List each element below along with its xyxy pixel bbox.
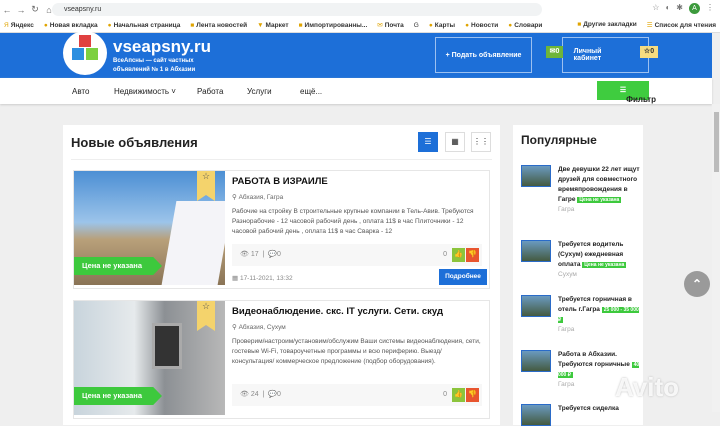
- nav-item-services[interactable]: Услуги: [247, 87, 272, 96]
- listing-title[interactable]: Видеонаблюдение. скс. IT услуги. Сети. с…: [232, 306, 443, 317]
- location-pin-icon: ⚲: [232, 324, 239, 331]
- site-name[interactable]: vseapsny.ru: [113, 37, 211, 57]
- extension-icon[interactable]: ◐: [665, 3, 670, 14]
- price-tag: Цена не указана: [74, 387, 162, 405]
- bookmark[interactable]: G: [414, 22, 419, 29]
- cabinet-label: Личный кабинет: [573, 48, 602, 62]
- like-icon[interactable]: 👍: [452, 248, 465, 262]
- bookmark[interactable]: ● Начальная страница: [108, 22, 181, 29]
- city: Сухум: [558, 271, 577, 278]
- site-logo[interactable]: [63, 31, 107, 75]
- bookmark[interactable]: ■ Другие закладки: [577, 21, 636, 29]
- listing-location: ⚲ Абхазия, Гагра: [232, 194, 284, 201]
- listing-location: ⚲ Абхазия, Сухум: [232, 324, 286, 331]
- cabinet-button[interactable]: 👤 Личный кабинет: [562, 37, 649, 73]
- filter-button[interactable]: ☰ Фильтр: [597, 81, 656, 104]
- thumbnail: [521, 240, 551, 262]
- extensions-icon[interactable]: ✱: [676, 3, 683, 14]
- listing-stats: 👁 24 | 💬0 0 👍 👎: [232, 384, 482, 406]
- listing-card: ☆ Цена не указана РАБОТА В ИЗРАИЛЕ ⚲ Абх…: [73, 170, 490, 289]
- favorites-badge[interactable]: ☆0: [640, 46, 658, 58]
- thumbnail: [521, 295, 551, 317]
- like-icon[interactable]: 👍: [452, 388, 465, 402]
- listing-card: ☆ Цена не указана Видеонаблюдение. скс. …: [73, 300, 490, 419]
- rating-value: 0: [443, 391, 447, 398]
- back-icon[interactable]: ←: [0, 5, 14, 15]
- logo-cube-icon: [86, 48, 98, 60]
- scroll-to-top-button[interactable]: ⌃: [684, 271, 710, 297]
- small-grid-view-icon[interactable]: ⋮⋮: [471, 132, 491, 152]
- comments-icon: 💬: [268, 251, 277, 258]
- bookmark[interactable]: Я Яндекс: [4, 22, 34, 29]
- price-tag: Цена не указана: [74, 257, 162, 275]
- price-badge: Цена не указана: [582, 262, 627, 268]
- logo-cube-icon: [79, 35, 91, 47]
- menu-icon[interactable]: ⋮: [706, 3, 714, 14]
- keypad-image: [152, 323, 182, 369]
- bookmark[interactable]: ● Новости: [465, 22, 498, 29]
- site-tagline: ВсеАпсны — сайт частных объявлений № 1 в…: [113, 58, 196, 73]
- flag-image: [161, 201, 225, 285]
- new-listings-panel: Новые объявления ☰ ▦ ⋮⋮ ☆ Цена не указан…: [63, 125, 500, 425]
- location-pin-icon: ⚲: [232, 194, 239, 201]
- grid-view-icon[interactable]: ▦: [445, 132, 465, 152]
- sidebar-title: Популярные: [521, 133, 597, 147]
- rating-value: 0: [443, 251, 447, 258]
- listing-title[interactable]: РАБОТА В ИЗРАИЛЕ: [232, 176, 328, 187]
- thumbnail: [521, 165, 551, 187]
- list-view-icon[interactable]: ☰: [418, 132, 438, 152]
- bookmark[interactable]: ■ Лента новостей: [190, 22, 247, 29]
- messages-badge[interactable]: ✉0: [546, 46, 563, 58]
- comments-icon: 💬: [268, 391, 277, 398]
- scrollbar-thumb[interactable]: [714, 112, 719, 172]
- nav-item-more[interactable]: ещё...: [300, 87, 322, 96]
- views-icon: 👁: [240, 391, 251, 398]
- city: Гагра: [558, 206, 575, 213]
- listing-stats: 👁 17 | 💬0 0 👍 👎: [232, 244, 482, 266]
- calendar-icon: ▦: [232, 275, 240, 282]
- bookmark[interactable]: ● Словари: [508, 22, 542, 29]
- address-bar[interactable]: vseapsny.ru: [52, 3, 542, 16]
- forward-icon[interactable]: →: [14, 5, 28, 15]
- nav-item-auto[interactable]: Авто: [72, 87, 89, 96]
- main-nav: Авто Недвижимость ˅ Работа Услуги ещё...…: [0, 78, 712, 104]
- views-icon: 👁: [240, 251, 251, 258]
- bookmark[interactable]: ● Новая вкладка: [44, 22, 98, 29]
- listing-description: Проверим/настроим/установим/обслужим Ваш…: [232, 338, 481, 365]
- details-button[interactable]: Подробнее: [439, 269, 487, 285]
- bookmark[interactable]: ▼ Маркет: [257, 22, 288, 29]
- bookmark-star-icon[interactable]: ☆: [652, 3, 659, 14]
- bookmark[interactable]: ☰ Список для чтения: [647, 21, 716, 29]
- divider: [71, 159, 492, 160]
- nav-item-work[interactable]: Работа: [197, 87, 223, 96]
- price-badge: Цена не указана: [577, 197, 622, 203]
- bookmark[interactable]: ● Карты: [429, 22, 455, 29]
- bookmark[interactable]: ■ Импортированны...: [299, 22, 368, 29]
- thumbnail: [521, 404, 551, 426]
- bookmarks-bar: Я Яндекс ● Новая вкладка ● Начальная страни…: [4, 19, 716, 31]
- thumbnail: [521, 350, 551, 372]
- browser-chrome: ← → ↻ ⌂ vseapsny.ru ☆ ◐ ✱ A ⋮ Я Яндекс ● Новая…: [0, 0, 720, 33]
- listing-description: Рабочие на стройку В строительные крупны…: [232, 208, 474, 235]
- page-title: Новые объявления: [71, 135, 198, 150]
- post-ad-button[interactable]: + Подать объявление: [435, 37, 532, 73]
- user-icon: 👤: [563, 52, 574, 59]
- site-header: vseapsny.ru ВсеАпсны — сайт частных объя…: [0, 31, 712, 78]
- dislike-icon[interactable]: 👎: [466, 388, 479, 402]
- bookmark[interactable]: ✉ Почта: [377, 21, 404, 29]
- avito-watermark: Avito: [615, 372, 680, 402]
- listing-date: ▦ 17-11-2021, 13:32: [232, 275, 293, 282]
- reload-icon[interactable]: ↻: [28, 4, 42, 15]
- logo-cube-icon: [72, 48, 84, 60]
- dislike-icon[interactable]: 👎: [466, 248, 479, 262]
- city: Гагра: [558, 326, 575, 333]
- nav-item-realty[interactable]: Недвижимость ˅: [114, 87, 176, 96]
- profile-avatar[interactable]: A: [689, 3, 700, 14]
